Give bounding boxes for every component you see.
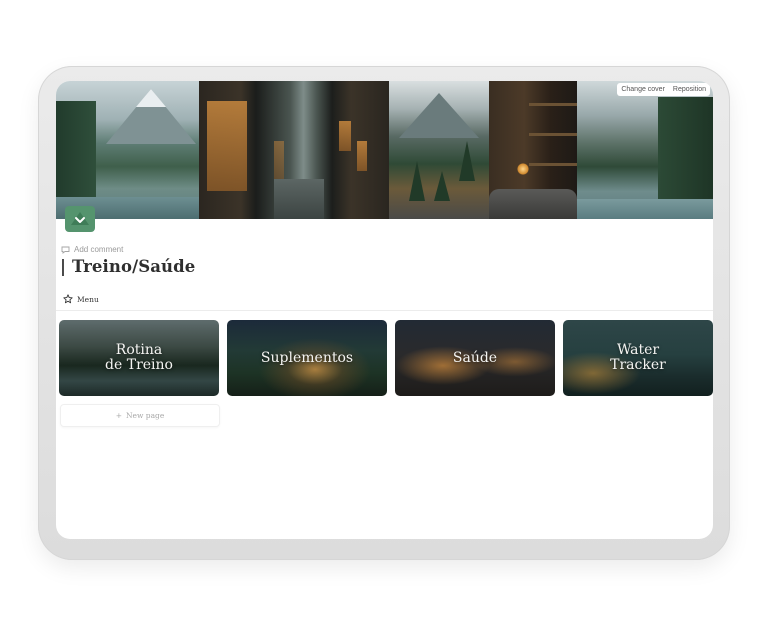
- gallery-view: Rotina de Treino Suplementos Saúde Water…: [59, 320, 713, 396]
- cover-panel-mountain-pines: [389, 81, 489, 219]
- gallery-card-saude[interactable]: Saúde: [395, 320, 555, 396]
- add-comment-label: Add comment: [74, 245, 124, 254]
- page-title[interactable]: | Treino/Saúde: [60, 257, 195, 276]
- cover-panel-cozy-room: [489, 81, 577, 219]
- view-tab-label: Menu: [77, 294, 99, 304]
- cover-image[interactable]: Change cover Reposition: [56, 81, 713, 219]
- card-title: Water Tracker: [610, 342, 666, 373]
- change-cover-button[interactable]: Change cover: [617, 83, 669, 96]
- view-tab-menu[interactable]: Menu: [63, 294, 99, 304]
- cover-actions: Change cover Reposition: [617, 83, 710, 96]
- cover-panel-forest-house: [199, 81, 389, 219]
- divider: [56, 310, 713, 311]
- plus-icon: +: [115, 411, 122, 420]
- notion-page: Change cover Reposition Add comment | Tr…: [56, 81, 713, 539]
- green-mountain-check-icon: [71, 212, 89, 225]
- reposition-button[interactable]: Reposition: [669, 83, 710, 96]
- gallery-card-water-tracker[interactable]: Water Tracker: [563, 320, 713, 396]
- new-page-label: New page: [125, 411, 165, 420]
- page-icon[interactable]: [65, 206, 95, 232]
- comment-icon: [61, 246, 70, 254]
- card-title: Saúde: [452, 349, 498, 366]
- card-title: Suplementos: [260, 349, 354, 366]
- cover-panel-lake-forest: [577, 81, 713, 219]
- gallery-card-rotina-de-treino[interactable]: Rotina de Treino: [59, 320, 219, 396]
- new-page-button[interactable]: + New page: [60, 404, 220, 427]
- star-icon: [63, 294, 73, 304]
- card-title: Rotina de Treino: [105, 342, 173, 373]
- gallery-card-suplementos[interactable]: Suplementos: [227, 320, 387, 396]
- add-comment-button[interactable]: Add comment: [61, 245, 123, 254]
- cover-panel-mountain-lake: [56, 81, 199, 219]
